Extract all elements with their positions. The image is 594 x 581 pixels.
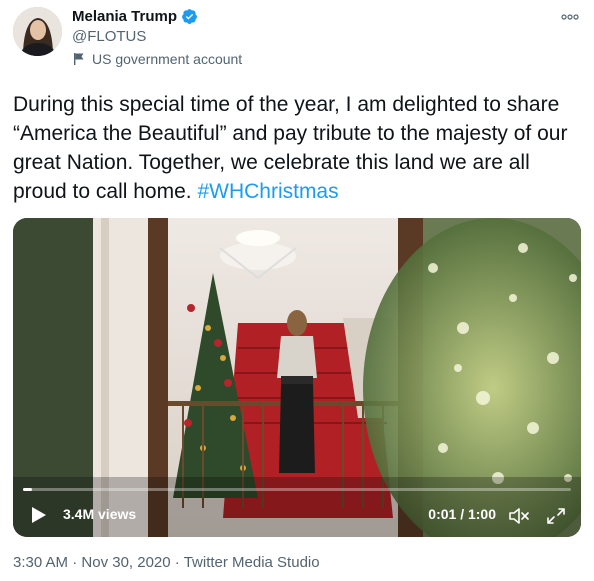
play-icon [32,507,46,523]
meta-separator: · [68,554,82,571]
government-account-label[interactable]: US government account [72,51,242,67]
more-options-button[interactable] [559,9,581,25]
tweet-date[interactable]: Nov 30, 2020 [81,554,170,571]
avatar-image [13,7,62,56]
government-account-text: US government account [92,51,243,67]
tweet-meta: 3:30 AM · Nov 30, 2020 · Twitter Media S… [13,554,320,571]
mute-button[interactable] [508,506,530,526]
author-name-row[interactable]: Melania Trump [72,8,198,25]
author-display-name[interactable]: Melania Trump [72,8,177,25]
more-dots-icon [561,14,579,20]
tweet-time[interactable]: 3:30 AM [13,554,68,571]
video-player[interactable]: 3.4M views 0:01 / 1:00 [13,218,581,537]
tweet-text: During this special time of the year, I … [13,90,583,206]
tweet-source[interactable]: Twitter Media Studio [184,554,320,571]
video-view-count: 3.4M views [63,506,137,522]
meta-separator: · [170,554,184,571]
video-progress-fill [23,488,33,491]
avatar[interactable] [13,7,62,56]
author-handle[interactable]: @FLOTUS [72,28,146,45]
video-progress-bar[interactable] [23,488,571,491]
hashtag-link[interactable]: #WHChristmas [197,180,338,203]
flag-icon [72,52,86,66]
video-time: 0:01 / 1:00 [428,506,496,522]
video-controls: 3.4M views 0:01 / 1:00 [13,493,581,537]
muted-speaker-icon [509,508,529,524]
verified-badge-icon [181,8,198,25]
play-button[interactable] [31,506,47,524]
fullscreen-icon [547,508,565,524]
fullscreen-button[interactable] [545,506,567,526]
